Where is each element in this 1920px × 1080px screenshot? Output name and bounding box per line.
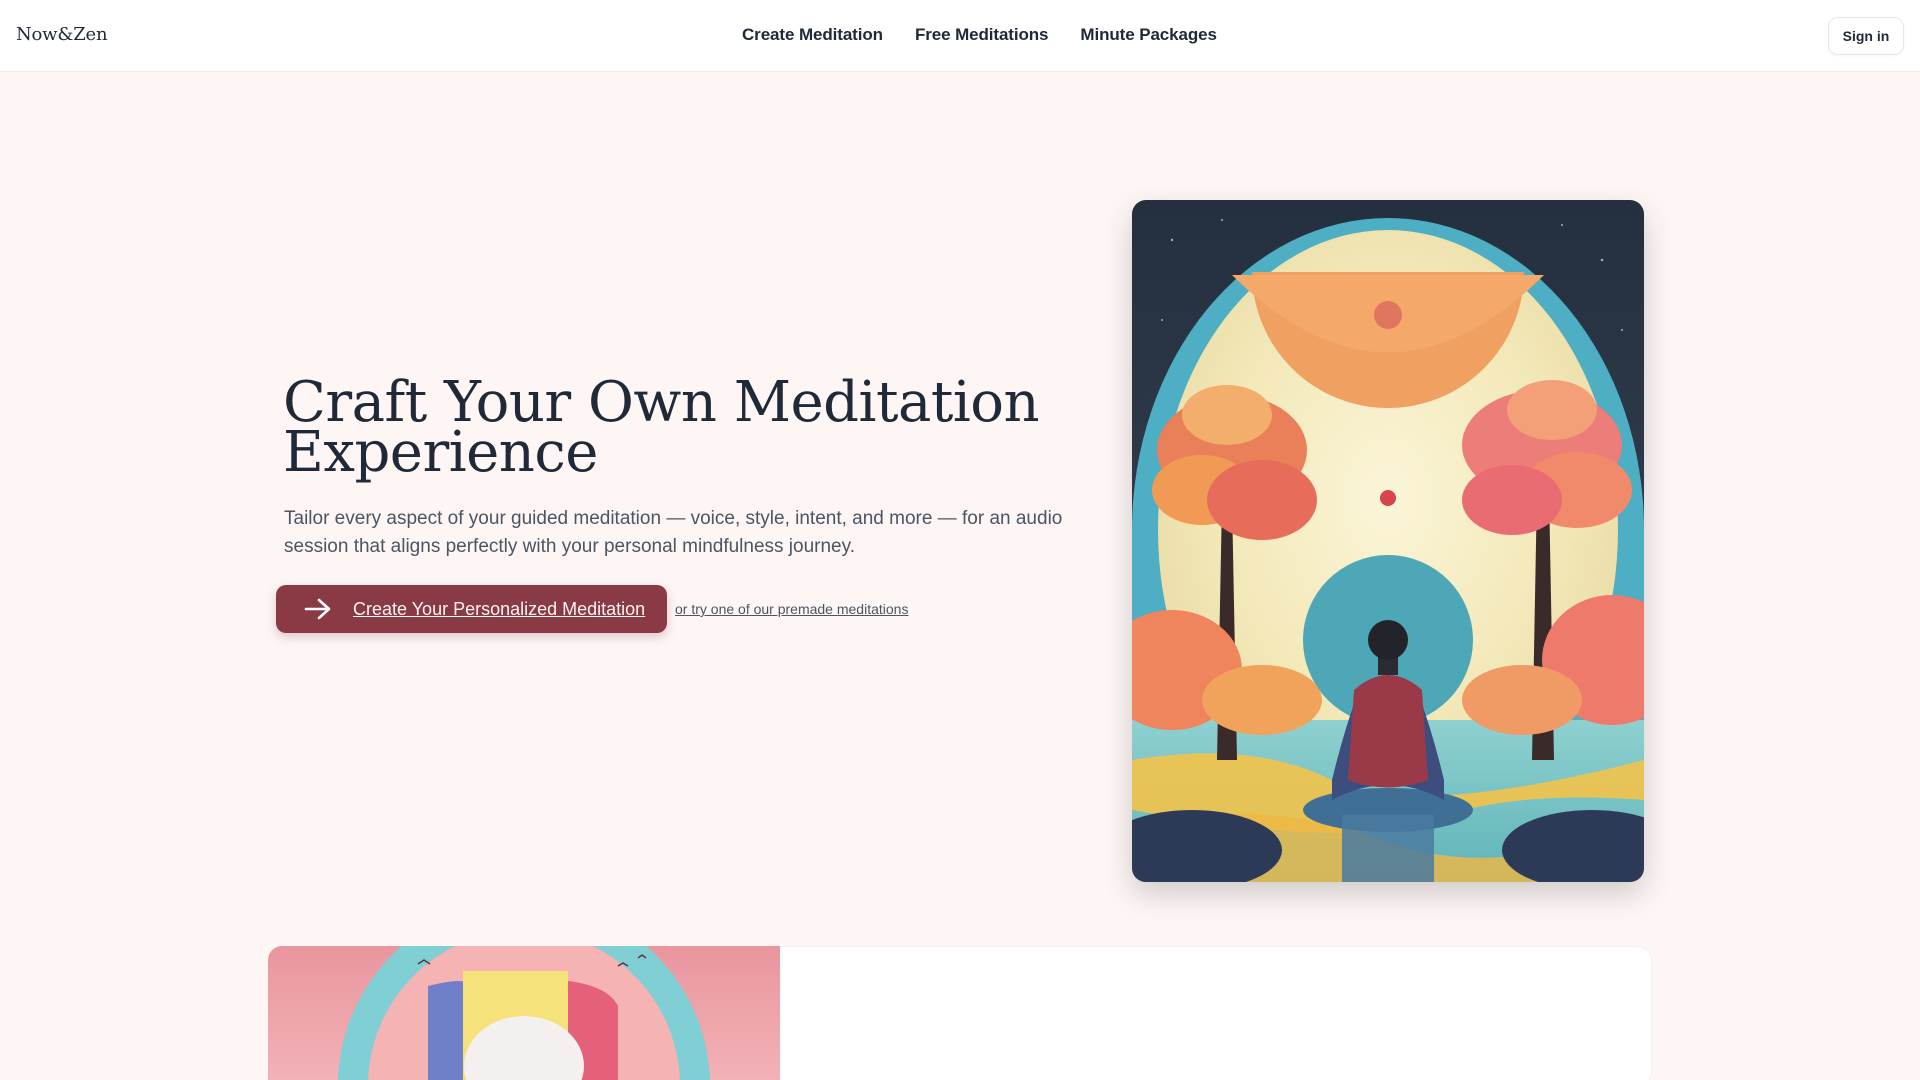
create-personalized-meditation-button[interactable]: Create Your Personalized Meditation (276, 585, 667, 633)
nav-free-meditations[interactable]: Free Meditations (915, 25, 1049, 45)
premade-meditations-link[interactable]: or try one of our premade meditations (675, 601, 908, 617)
logo[interactable]: Now&Zen (16, 24, 108, 45)
nav-create-meditation[interactable]: Create Meditation (742, 25, 883, 45)
cta-label: Create Your Personalized Meditation (353, 598, 646, 619)
lower-feature-illustration (268, 946, 780, 1080)
top-header: Now&Zen Create Meditation Free Meditatio… (0, 0, 1920, 72)
sign-in-button[interactable]: Sign in (1828, 17, 1904, 55)
arrow-right-icon (303, 597, 333, 621)
hero-title-line-2: Experience (283, 420, 598, 485)
nav-minute-packages[interactable]: Minute Packages (1080, 25, 1217, 45)
main-nav: Create Meditation Free Meditations Minut… (742, 25, 1217, 45)
hero-subtitle: Tailor every aspect of your guided medit… (284, 508, 1063, 557)
hero-title: Craft Your Own Meditation Experience (283, 375, 1103, 481)
hero-meditation-illustration (1132, 200, 1644, 882)
